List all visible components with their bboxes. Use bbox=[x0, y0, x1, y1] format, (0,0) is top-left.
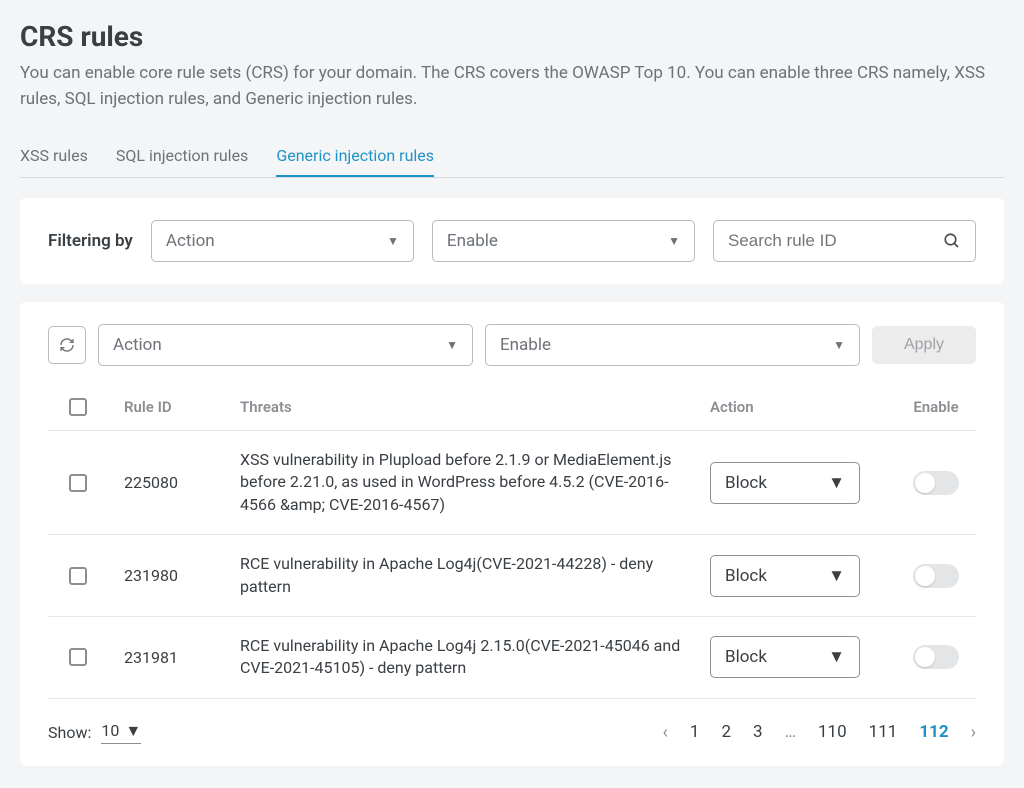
row-action-value: Block bbox=[725, 647, 767, 667]
row-checkbox[interactable] bbox=[69, 648, 87, 666]
caret-down-icon: ▼ bbox=[828, 473, 845, 493]
caret-down-icon: ▼ bbox=[828, 566, 845, 586]
caret-down-icon: ▼ bbox=[446, 338, 458, 352]
table-row: 231981 RCE vulnerability in Apache Log4j… bbox=[48, 617, 976, 699]
page-number[interactable]: 111 bbox=[869, 722, 898, 742]
row-action-select[interactable]: Block ▼ bbox=[710, 555, 860, 597]
filter-action-select[interactable]: Action ▼ bbox=[151, 220, 414, 262]
pagination-ellipsis: … bbox=[785, 722, 796, 742]
page-title: CRS rules bbox=[20, 20, 1004, 53]
row-action-select[interactable]: Block ▼ bbox=[710, 462, 860, 504]
rules-table-card: Action ▼ Enable ▼ Apply Rule ID Threats … bbox=[20, 302, 1004, 766]
select-all-checkbox[interactable] bbox=[69, 398, 87, 416]
table-row: 225080 XSS vulnerability in Plupload bef… bbox=[48, 431, 976, 535]
caret-down-icon: ▼ bbox=[387, 234, 399, 248]
rule-id: 225080 bbox=[124, 473, 224, 492]
col-rule-id: Rule ID bbox=[124, 398, 224, 416]
filter-enable-select[interactable]: Enable ▼ bbox=[432, 220, 695, 262]
row-action-value: Block bbox=[725, 473, 767, 493]
bulk-enable-value: Enable bbox=[500, 335, 551, 355]
page-number[interactable]: 3 bbox=[753, 722, 763, 742]
refresh-button[interactable] bbox=[48, 326, 86, 364]
page-number-current[interactable]: 112 bbox=[919, 722, 948, 742]
table-toolbar: Action ▼ Enable ▼ Apply bbox=[48, 324, 976, 366]
row-checkbox[interactable] bbox=[69, 474, 87, 492]
enable-toggle[interactable] bbox=[913, 471, 959, 495]
page-size: Show: 10 ▼ bbox=[48, 721, 141, 744]
pagination: ‹ 1 2 3 … 110 111 112 › bbox=[663, 722, 976, 743]
table-header: Rule ID Threats Action Enable bbox=[48, 384, 976, 431]
threat-text: RCE vulnerability in Apache Log4j(CVE-20… bbox=[240, 553, 694, 598]
page-size-value: 10 bbox=[101, 721, 119, 740]
tab-sql-injection-rules[interactable]: SQL injection rules bbox=[116, 136, 248, 177]
row-action-value: Block bbox=[725, 566, 767, 586]
caret-down-icon: ▼ bbox=[668, 234, 680, 248]
page-size-select[interactable]: 10 ▼ bbox=[101, 721, 141, 744]
page-number[interactable]: 2 bbox=[721, 722, 731, 742]
filter-card: Filtering by Action ▼ Enable ▼ bbox=[20, 198, 1004, 284]
bulk-action-value: Action bbox=[113, 335, 162, 355]
page-subtitle: You can enable core rule sets (CRS) for … bbox=[20, 61, 1004, 112]
col-threats: Threats bbox=[240, 398, 694, 416]
filter-label: Filtering by bbox=[48, 231, 133, 251]
search-rule-id[interactable] bbox=[713, 220, 976, 262]
page-number[interactable]: 1 bbox=[690, 722, 700, 742]
enable-toggle[interactable] bbox=[913, 564, 959, 588]
prev-page-button[interactable]: ‹ bbox=[663, 722, 668, 743]
tab-xss-rules[interactable]: XSS rules bbox=[20, 136, 88, 177]
table-footer: Show: 10 ▼ ‹ 1 2 3 … 110 111 112 › bbox=[48, 721, 976, 744]
tab-generic-injection-rules[interactable]: Generic injection rules bbox=[276, 136, 434, 177]
caret-down-icon: ▼ bbox=[125, 721, 141, 741]
filter-action-value: Action bbox=[166, 231, 215, 251]
next-page-button[interactable]: › bbox=[971, 722, 976, 743]
row-action-select[interactable]: Block ▼ bbox=[710, 636, 860, 678]
col-enable: Enable bbox=[896, 398, 976, 416]
row-checkbox[interactable] bbox=[69, 567, 87, 585]
threat-text: RCE vulnerability in Apache Log4j 2.15.0… bbox=[240, 635, 694, 680]
rule-id: 231980 bbox=[124, 566, 224, 585]
table-row: 231980 RCE vulnerability in Apache Log4j… bbox=[48, 535, 976, 617]
bulk-enable-select[interactable]: Enable ▼ bbox=[485, 324, 860, 366]
col-action: Action bbox=[710, 398, 880, 416]
show-label: Show: bbox=[48, 723, 91, 742]
apply-button[interactable]: Apply bbox=[872, 326, 976, 364]
caret-down-icon: ▼ bbox=[828, 647, 845, 667]
enable-toggle[interactable] bbox=[913, 645, 959, 669]
refresh-icon bbox=[59, 337, 75, 353]
caret-down-icon: ▼ bbox=[833, 338, 845, 352]
page-number[interactable]: 110 bbox=[818, 722, 847, 742]
search-input[interactable] bbox=[728, 231, 943, 251]
tabs: XSS rules SQL injection rules Generic in… bbox=[20, 136, 1004, 178]
bulk-action-select[interactable]: Action ▼ bbox=[98, 324, 473, 366]
threat-text: XSS vulnerability in Plupload before 2.1… bbox=[240, 449, 694, 516]
filter-enable-value: Enable bbox=[447, 231, 498, 251]
search-icon bbox=[943, 232, 961, 250]
rule-id: 231981 bbox=[124, 648, 224, 667]
